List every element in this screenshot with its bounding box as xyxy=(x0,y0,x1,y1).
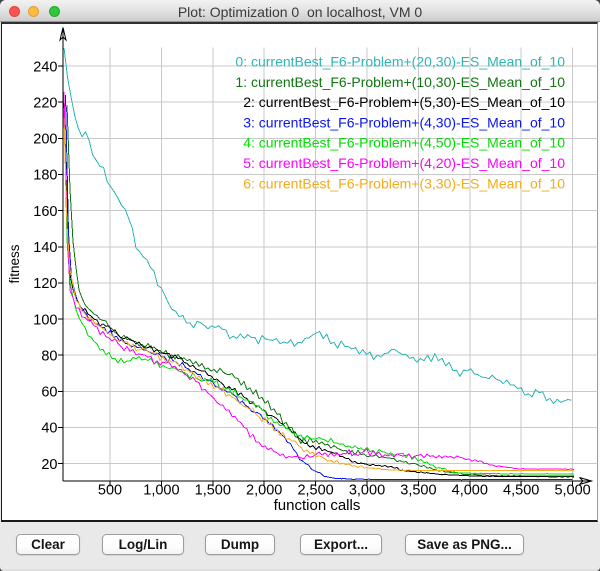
svg-text:1,000: 1,000 xyxy=(143,482,179,498)
svg-text:function calls: function calls xyxy=(274,497,361,514)
svg-text:180: 180 xyxy=(33,168,57,184)
svg-text:fitness: fitness xyxy=(7,244,22,283)
svg-text:2,500: 2,500 xyxy=(297,482,333,498)
svg-text:240: 240 xyxy=(33,59,57,75)
svg-text:3,500: 3,500 xyxy=(400,482,436,498)
svg-text:4,500: 4,500 xyxy=(503,482,539,498)
svg-text:2: currentBest_F6-Problem+(5,3: 2: currentBest_F6-Problem+(5,30)-ES_Mean… xyxy=(243,94,565,110)
svg-text:20: 20 xyxy=(41,457,57,473)
svg-text:1,500: 1,500 xyxy=(195,482,231,498)
svg-text:500: 500 xyxy=(98,482,122,498)
svg-text:4: currentBest_F6-Problem+(4,5: 4: currentBest_F6-Problem+(4,50)-ES_Mean… xyxy=(243,135,565,151)
svg-text:1: currentBest_F6-Problem+(10,: 1: currentBest_F6-Problem+(10,30)-ES_Mea… xyxy=(235,74,565,90)
svg-text:3: currentBest_F6-Problem+(4,3: 3: currentBest_F6-Problem+(4,30)-ES_Mean… xyxy=(243,114,565,130)
svg-text:100: 100 xyxy=(33,312,57,328)
svg-text:4,000: 4,000 xyxy=(452,482,488,498)
svg-text:200: 200 xyxy=(33,132,57,148)
svg-text:5,000: 5,000 xyxy=(554,482,590,498)
svg-text:160: 160 xyxy=(33,204,57,220)
svg-text:40: 40 xyxy=(41,421,57,437)
svg-text:2,000: 2,000 xyxy=(246,482,282,498)
svg-text:3,000: 3,000 xyxy=(349,482,385,498)
svg-text:0: currentBest_F6-Problem+(20,: 0: currentBest_F6-Problem+(20,30)-ES_Mea… xyxy=(235,54,565,70)
svg-text:220: 220 xyxy=(33,95,57,111)
svg-text:80: 80 xyxy=(41,348,57,364)
svg-text:140: 140 xyxy=(33,240,57,256)
svg-text:5: currentBest_F6-Problem+(4,2: 5: currentBest_F6-Problem+(4,20)-ES_Mean… xyxy=(243,155,565,171)
svg-text:120: 120 xyxy=(33,276,57,292)
svg-text:60: 60 xyxy=(41,385,57,401)
svg-text:6: currentBest_F6-Problem+(3,3: 6: currentBest_F6-Problem+(3,30)-ES_Mean… xyxy=(243,175,565,191)
